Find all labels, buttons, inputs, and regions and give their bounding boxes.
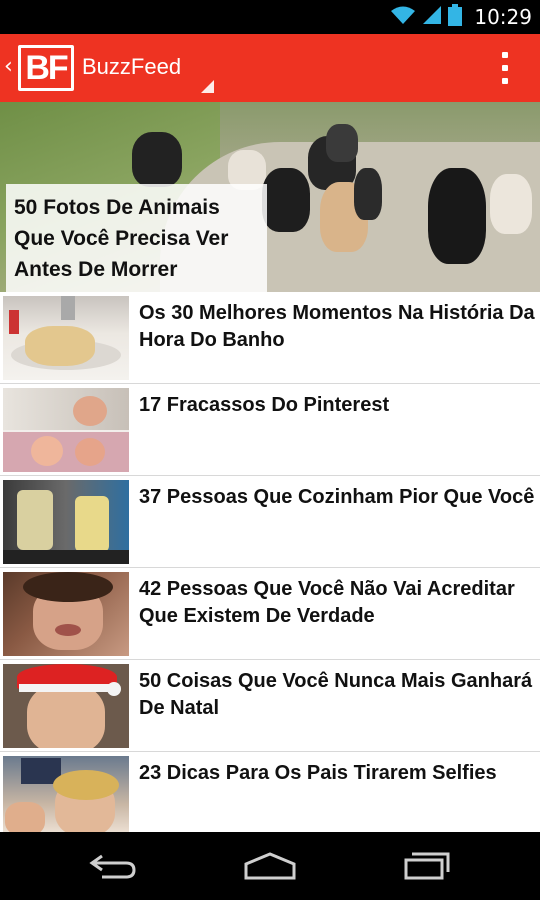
hero-puppy	[326, 124, 358, 162]
list-item[interactable]: 42 Pessoas Que Você Não Vai Acreditar Qu…	[0, 568, 540, 660]
list-item[interactable]: Os 30 Melhores Momentos Na História Da H…	[0, 292, 540, 384]
back-chevron-icon[interactable]: ‹	[4, 56, 13, 78]
wifi-icon	[390, 5, 416, 29]
article-title[interactable]: 23 Dicas Para Os Pais Tirarem Selfies	[139, 760, 539, 787]
buzzfeed-logo[interactable]: BF	[18, 45, 74, 91]
hero-article[interactable]: 50 Fotos De Animais Que Você Precisa Ver…	[0, 102, 540, 292]
article-thumbnail	[3, 572, 129, 656]
article-title[interactable]: 42 Pessoas Que Você Não Vai Acreditar Qu…	[139, 576, 539, 630]
hero-puppy	[132, 132, 182, 187]
article-thumbnail	[3, 756, 129, 836]
dropdown-indicator-icon[interactable]	[201, 80, 214, 93]
navigation-bar	[0, 832, 540, 900]
app-title[interactable]: BuzzFeed	[82, 54, 181, 80]
article-thumbnail	[3, 388, 129, 472]
list-item[interactable]: 50 Coisas Que Você Nunca Mais Ganhará De…	[0, 660, 540, 752]
article-title[interactable]: Os 30 Melhores Momentos Na História Da H…	[139, 300, 539, 354]
hero-puppy	[428, 168, 486, 264]
battery-icon	[448, 4, 463, 30]
hero-title[interactable]: 50 Fotos De Animais Que Você Precisa Ver…	[14, 192, 259, 285]
status-time: 10:29	[474, 5, 532, 29]
article-thumbnail	[3, 480, 129, 564]
list-item[interactable]: 37 Pessoas Que Cozinham Pior Que Você	[0, 476, 540, 568]
hero-caption[interactable]: 50 Fotos De Animais Que Você Precisa Ver…	[6, 184, 267, 292]
list-item[interactable]: 17 Fracassos Do Pinterest	[0, 384, 540, 476]
back-icon[interactable]	[88, 850, 138, 882]
article-list: Os 30 Melhores Momentos Na História Da H…	[0, 292, 540, 838]
overflow-menu-icon[interactable]	[500, 52, 510, 84]
home-icon[interactable]	[242, 850, 298, 882]
hero-puppy	[262, 168, 310, 232]
article-title[interactable]: 50 Coisas Que Você Nunca Mais Ganhará De…	[139, 668, 539, 722]
status-bar: 10:29	[0, 0, 540, 34]
article-title[interactable]: 17 Fracassos Do Pinterest	[139, 392, 539, 419]
app-bar: ‹ BF BuzzFeed	[0, 34, 540, 102]
signal-icon	[422, 5, 442, 29]
recent-apps-icon[interactable]	[402, 850, 452, 882]
hero-puppy	[354, 168, 382, 220]
article-title[interactable]: 37 Pessoas Que Cozinham Pior Que Você	[139, 484, 539, 511]
hero-puppy	[490, 174, 532, 234]
status-icons: 10:29	[390, 0, 532, 34]
article-thumbnail	[3, 664, 129, 748]
list-item[interactable]: 23 Dicas Para Os Pais Tirarem Selfies	[0, 752, 540, 838]
article-thumbnail	[3, 296, 129, 380]
